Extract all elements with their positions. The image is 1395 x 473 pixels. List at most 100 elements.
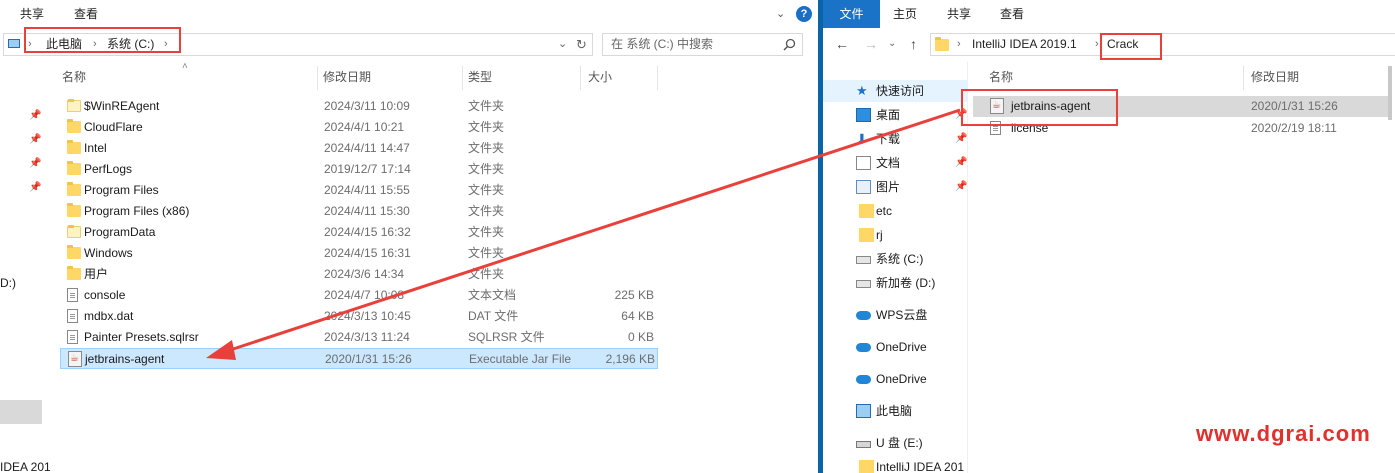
ribbon-tab-view[interactable]: 查看: [990, 0, 1034, 28]
nav-item[interactable]: WPS云盘: [823, 304, 968, 326]
folder-icon: [67, 225, 81, 238]
file-row[interactable]: PerfLogs 2019/12/7 17:14 文件夹: [60, 159, 658, 180]
scrollbar-thumb[interactable]: [1388, 66, 1392, 120]
folder-icon: [67, 119, 81, 133]
column-divider[interactable]: [462, 66, 463, 90]
pin-icon: 📌: [29, 182, 42, 193]
file-row[interactable]: Intel 2024/4/11 14:47 文件夹: [60, 138, 658, 159]
file-row[interactable]: ProgramData 2024/4/15 16:32 文件夹: [60, 222, 658, 243]
column-header-date[interactable]: 修改日期: [323, 66, 371, 88]
file-date: 2024/4/1 10:21: [324, 120, 405, 134]
ribbon-tab-home[interactable]: 主页: [883, 0, 927, 28]
ribbon-collapse-icon[interactable]: ⌄: [776, 7, 785, 20]
folder-icon: [67, 161, 81, 175]
file-row[interactable]: CloudFlare 2024/4/1 10:21 文件夹: [60, 117, 658, 138]
nav-item-label: IntelliJ IDEA 201: [876, 460, 965, 473]
nav-item[interactable]: 桌面 📌: [823, 104, 968, 126]
usb-drive-icon: [856, 441, 871, 448]
column-header-size[interactable]: 大小: [588, 66, 612, 88]
file-size: 225 KB: [614, 288, 654, 302]
highlight-box-jar: [961, 89, 1118, 126]
help-icon[interactable]: ?: [796, 6, 812, 22]
refresh-icon[interactable]: ↻: [576, 34, 587, 55]
file-type: DAT 文件: [468, 309, 519, 323]
nav-item-label: 图片: [876, 180, 901, 194]
nav-item[interactable]: rj: [823, 224, 968, 246]
nav-item[interactable]: ⬇ 下载 📌: [823, 128, 968, 150]
highlight-box-address: [24, 27, 181, 53]
nav-item[interactable]: 文档 📌: [823, 152, 968, 174]
file-type: 文件夹: [468, 267, 505, 281]
file-row-selected[interactable]: jetbrains-agent 2020/1/31 15:26 Executable…: [60, 348, 658, 369]
ribbon-tab-share[interactable]: 共享: [10, 0, 54, 28]
breadcrumb-intellij-idea[interactable]: IntelliJ IDEA 2019.1: [972, 34, 1077, 55]
file-row[interactable]: mdbx.dat 2024/3/13 10:45 DAT 文件 64 KB: [60, 306, 658, 327]
nav-item[interactable]: 新加卷 (D:): [823, 272, 968, 294]
nav-item[interactable]: etc: [823, 200, 968, 222]
address-dropdown-icon[interactable]: ⌄: [558, 34, 567, 55]
file-row[interactable]: $WinREAgent 2024/3/11 10:09 文件夹: [60, 96, 658, 117]
cloud-icon: [856, 375, 871, 384]
file-name: $WinREAgent: [84, 99, 160, 113]
nav-item[interactable]: 此电脑: [823, 400, 968, 422]
file-row[interactable]: Painter Presets.sqlrsr 2024/3/13 11:24 SQL…: [60, 327, 658, 348]
file-date: 2024/4/11 15:30: [324, 204, 410, 218]
column-divider[interactable]: [657, 66, 658, 90]
file-row[interactable]: Program Files (x86) 2024/4/11 15:30 文件夹: [60, 201, 658, 222]
nav-item-selected[interactable]: [0, 400, 42, 424]
file-date: 2024/3/13 11:24: [324, 330, 410, 344]
file-name: Program Files: [84, 183, 159, 197]
column-divider[interactable]: [1243, 66, 1244, 90]
search-icon[interactable]: [783, 38, 796, 51]
back-icon[interactable]: ←: [835, 36, 849, 52]
column-divider[interactable]: [580, 66, 581, 90]
document-icon: [856, 156, 871, 170]
nav-item[interactable]: U 盘 (E:): [823, 432, 968, 454]
folder-icon: [67, 182, 81, 196]
nav-item-drive-fragment[interactable]: D:): [0, 276, 16, 290]
nav-item[interactable]: IntelliJ IDEA 201: [823, 456, 968, 473]
file-row[interactable]: 用户 2024/3/6 14:34 文件夹: [60, 264, 658, 285]
ribbon-tab-file[interactable]: 文件: [823, 0, 880, 28]
column-header-name[interactable]: 名称: [989, 66, 1013, 88]
file-date: 2024/3/6 14:34: [324, 267, 405, 281]
nav-item[interactable]: OneDrive: [823, 368, 968, 390]
address-bar[interactable]: › IntelliJ IDEA 2019.1 › Crack: [930, 33, 1395, 56]
column-header-name[interactable]: 名称: [62, 66, 86, 88]
breadcrumb-separator-icon: ›: [957, 38, 961, 50]
column-divider[interactable]: [317, 66, 318, 90]
folder-icon: [935, 37, 949, 51]
nav-item[interactable]: 系统 (C:): [823, 248, 968, 270]
file-type: 文件夹: [468, 162, 505, 176]
highlight-box-crack: [1100, 33, 1162, 60]
search-placeholder: 在 系统 (C:) 中搜索: [611, 37, 713, 51]
column-header-type[interactable]: 类型: [468, 66, 492, 88]
search-input[interactable]: 在 系统 (C:) 中搜索: [602, 33, 803, 56]
file-name: Windows: [84, 246, 133, 260]
forward-icon[interactable]: →: [864, 36, 878, 52]
nav-item-label: OneDrive: [876, 372, 927, 386]
right-ribbon: 文件 主页 共享 查看: [823, 0, 1395, 28]
nav-item[interactable]: 图片 📌: [823, 176, 968, 198]
up-icon[interactable]: ↑: [910, 36, 917, 52]
computer-icon: [8, 39, 20, 48]
ribbon-tab-view[interactable]: 查看: [64, 0, 108, 28]
recent-locations-icon[interactable]: ⌄: [888, 38, 896, 49]
cloud-icon: [856, 311, 871, 320]
sort-arrow-icon: ˄: [182, 61, 188, 72]
file-name: CloudFlare: [84, 120, 143, 134]
folder-icon: [67, 245, 81, 259]
nav-item[interactable]: OneDrive: [823, 336, 968, 358]
ribbon-tab-share[interactable]: 共享: [937, 0, 981, 28]
nav-item-label: 文档: [876, 156, 901, 170]
file-row[interactable]: console 2024/4/7 10:08 文本文档 225 KB: [60, 285, 658, 306]
nav-item-idea-fragment[interactable]: IDEA 201: [0, 460, 51, 473]
file-row[interactable]: Program Files 2024/4/11 15:55 文件夹: [60, 180, 658, 201]
file-name: jetbrains-agent: [85, 352, 165, 366]
nav-item[interactable]: ★ 快速访问: [823, 80, 968, 102]
file-name: PerfLogs: [84, 162, 133, 176]
file-date: 2024/3/11 10:09: [324, 99, 410, 113]
column-header-date[interactable]: 修改日期: [1251, 66, 1299, 88]
file-row[interactable]: Windows 2024/4/15 16:31 文件夹: [60, 243, 658, 264]
document-icon: [67, 309, 78, 323]
